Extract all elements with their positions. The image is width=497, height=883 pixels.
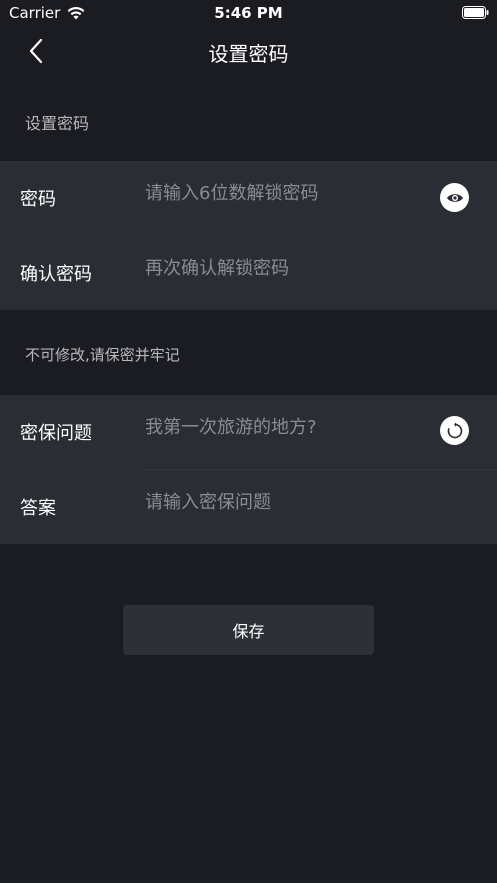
battery-icon xyxy=(462,6,489,19)
security-card: 密保问题 答案 xyxy=(0,395,497,544)
confirm-password-label: 确认密码 xyxy=(20,264,92,285)
password-visibility-toggle[interactable] xyxy=(440,183,469,212)
security-question-label: 密保问题 xyxy=(20,423,92,444)
confirm-password-input[interactable] xyxy=(145,258,425,279)
refresh-icon xyxy=(447,422,462,438)
eye-icon xyxy=(446,193,463,202)
answer-input[interactable] xyxy=(145,492,425,513)
password-card: 密码 确认密码 xyxy=(0,161,497,310)
page-title: 设置密码 xyxy=(208,42,289,66)
confirm-password-row: 确认密码 xyxy=(0,236,497,311)
security-question-input[interactable] xyxy=(145,417,425,438)
section-header: 设置密码 xyxy=(25,114,90,133)
security-question-row: 密保问题 xyxy=(0,395,497,470)
notice-text: 不可修改,请保密并牢记 xyxy=(25,346,180,364)
password-input[interactable] xyxy=(145,183,425,204)
clock: 5:46 PM xyxy=(214,4,283,22)
refresh-question-button[interactable] xyxy=(440,416,469,445)
nav-bar: 设置密码 xyxy=(0,26,497,76)
password-label: 密码 xyxy=(20,189,56,210)
status-bar: Carrier 5:46 PM xyxy=(0,0,497,26)
save-button[interactable]: 保存 xyxy=(123,605,374,655)
answer-label: 答案 xyxy=(20,498,56,519)
answer-row: 答案 xyxy=(0,470,497,545)
password-row: 密码 xyxy=(0,161,497,236)
